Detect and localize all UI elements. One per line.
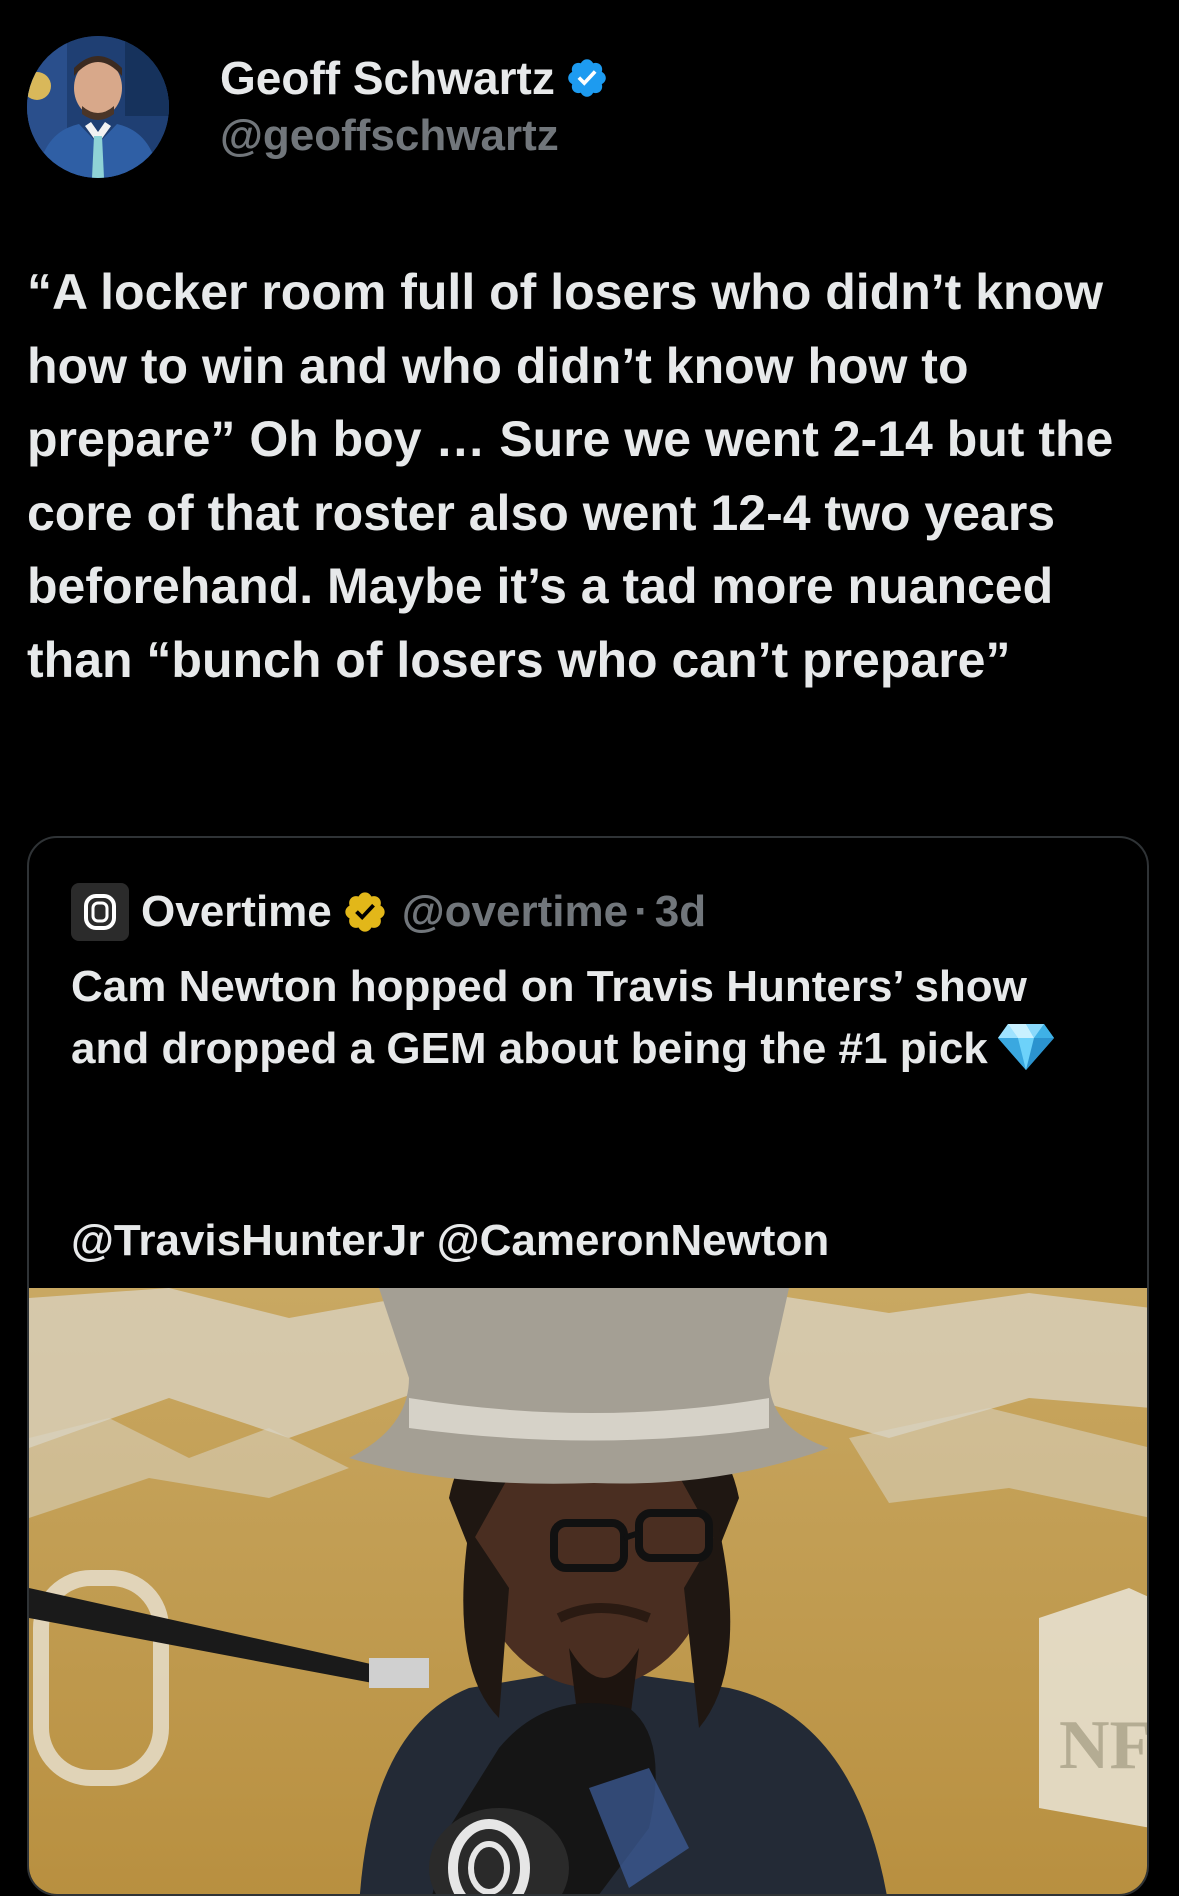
tweet-text: “A locker room full of losers who didn’t…: [27, 264, 1114, 688]
separator-dot: ·: [634, 887, 649, 936]
quoted-tweet-header: Overtime @overtime · 3d: [71, 882, 706, 942]
author-handle[interactable]: @geoffschwartz: [220, 108, 609, 164]
quoted-tweet-text: Cam Newton hopped on Travis Hunters’ sho…: [71, 956, 1111, 1080]
author-names: Geoff Schwartz @geoffschwartz: [220, 50, 609, 164]
tweet-header: Geoff Schwartz @geoffschwartz: [27, 36, 609, 178]
overtime-logo-icon: [84, 894, 116, 930]
author-display-name[interactable]: Geoff Schwartz: [220, 50, 555, 106]
svg-text:NF: NF: [1059, 1707, 1149, 1784]
author-name-row: Geoff Schwartz: [220, 50, 609, 106]
quoted-timestamp[interactable]: 3d: [655, 887, 706, 937]
quoted-text-body: Cam Newton hopped on Travis Hunters’ sho…: [71, 962, 1027, 1073]
avatar-image: [27, 36, 169, 178]
tweet: Geoff Schwartz @geoffschwartz “A locker …: [0, 0, 1179, 1896]
quoted-mentions[interactable]: @TravisHunterJr @CameronNewton: [71, 1210, 829, 1272]
quoted-handle[interactable]: @overtime: [402, 887, 628, 937]
video-thumbnail-image: NF: [29, 1288, 1149, 1894]
quoted-display-name[interactable]: Overtime: [141, 887, 332, 937]
blue-checkmark-icon[interactable]: [565, 56, 609, 100]
video-thumbnail[interactable]: NF: [29, 1288, 1149, 1894]
gold-checkmark-icon[interactable]: [342, 889, 388, 935]
gem-icon: [997, 1024, 1054, 1071]
author-avatar[interactable]: [27, 36, 169, 178]
quoted-tweet-card[interactable]: Overtime @overtime · 3d Cam Newton hoppe…: [27, 836, 1149, 1896]
overtime-avatar[interactable]: [71, 883, 129, 941]
